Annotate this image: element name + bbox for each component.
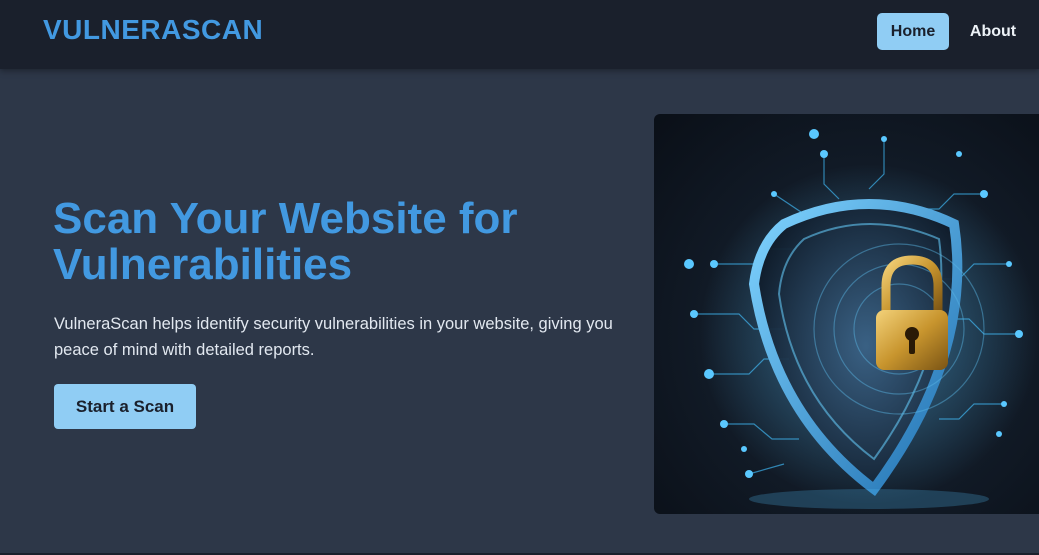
nav-about-link[interactable]: About xyxy=(963,13,1023,50)
start-scan-button[interactable]: Start a Scan xyxy=(54,384,196,429)
nav-home-link[interactable]: Home xyxy=(877,13,949,50)
brand-logo[interactable]: VULNERASCAN xyxy=(43,14,263,46)
hero-image xyxy=(654,114,1039,514)
shield-lock-icon xyxy=(684,129,1039,509)
hero-description: VulneraScan helps identify security vuln… xyxy=(54,315,613,359)
hero-title: Scan Your Website for Vulnerabilities xyxy=(53,194,518,289)
top-navbar: VULNERASCAN Home About xyxy=(0,0,1039,69)
